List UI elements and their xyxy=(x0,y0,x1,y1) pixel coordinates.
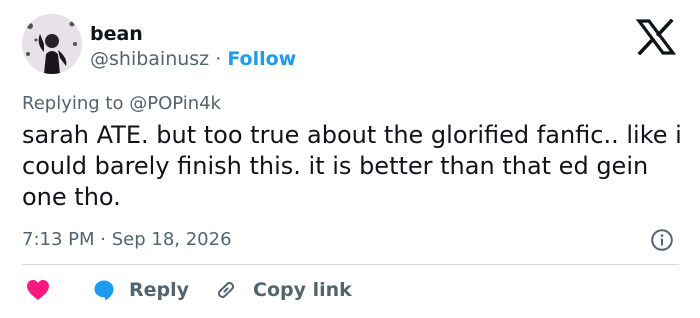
info-icon[interactable] xyxy=(650,228,674,252)
timestamp-separator: · xyxy=(100,229,106,250)
divider xyxy=(22,264,679,265)
follow-button[interactable]: Follow xyxy=(227,48,296,70)
tweet-text: sarah ATE. but too true about the glorif… xyxy=(22,121,682,211)
action-bar: Reply Copy link xyxy=(22,276,682,304)
reply-context: Replying to @POPin4k xyxy=(22,93,221,115)
link-icon[interactable] xyxy=(215,279,237,301)
user-handle[interactable]: @shibainusz xyxy=(90,48,209,70)
x-logo-icon[interactable] xyxy=(635,18,677,56)
handle-row: @shibainusz · Follow xyxy=(90,47,296,71)
reply-prefix: Replying to xyxy=(22,93,124,114)
handle-separator: · xyxy=(215,48,222,70)
copy-link-button[interactable]: Copy link xyxy=(253,278,352,302)
display-name[interactable]: bean xyxy=(90,22,143,46)
timestamp[interactable]: 7:13 PM · Sep 18, 2026 xyxy=(22,229,232,251)
reply-mention[interactable]: @POPin4k xyxy=(129,93,221,114)
heart-icon[interactable] xyxy=(26,279,50,301)
avatar[interactable] xyxy=(22,14,82,74)
speech-bubble-icon[interactable] xyxy=(92,278,116,302)
tweet-card: bean @shibainusz · Follow Replying to @P… xyxy=(0,0,700,318)
reply-button[interactable]: Reply xyxy=(129,278,189,302)
tweet-time[interactable]: 7:13 PM xyxy=(22,229,95,250)
tweet-date[interactable]: Sep 18, 2026 xyxy=(112,229,232,250)
